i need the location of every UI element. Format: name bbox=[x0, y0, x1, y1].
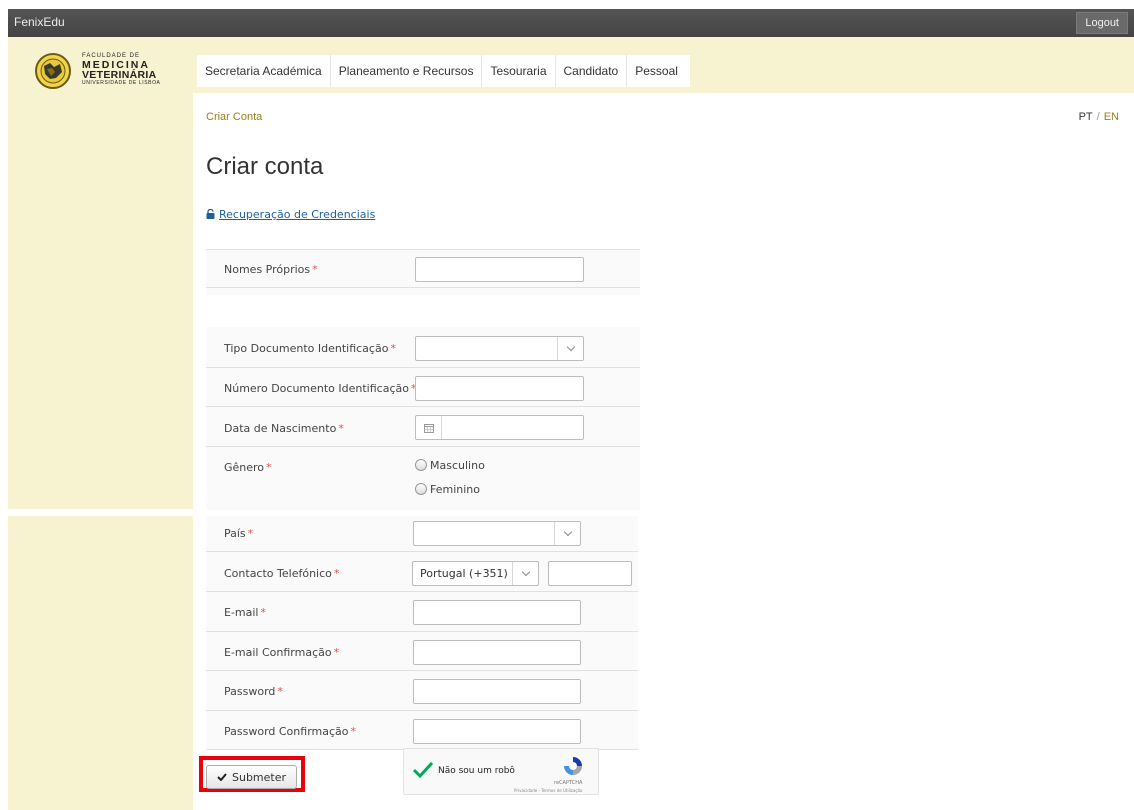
row-divider bbox=[206, 367, 640, 368]
language-switcher: PT / EN bbox=[1079, 111, 1119, 123]
sidebar-lower bbox=[8, 516, 193, 810]
country-code-select[interactable]: Portugal (+351) bbox=[412, 561, 539, 586]
numero-documento-label: Número Documento Identificação * bbox=[224, 382, 417, 395]
recaptcha-label: Não sou um robô bbox=[438, 766, 515, 776]
radio-icon[interactable] bbox=[415, 459, 427, 471]
lock-icon bbox=[206, 209, 215, 219]
country-code-value: Portugal (+351) bbox=[420, 567, 508, 580]
email-label: E-mail * bbox=[224, 606, 266, 619]
email-input[interactable] bbox=[413, 600, 581, 625]
genero-label: Gênero * bbox=[224, 461, 272, 474]
tipo-documento-label: Tipo Documento Identificação * bbox=[224, 342, 396, 355]
row-divider bbox=[206, 551, 638, 552]
tipo-documento-select[interactable] bbox=[415, 336, 584, 361]
recaptcha-brand: reCAPTCHA bbox=[554, 780, 583, 786]
recaptcha-logo-icon bbox=[564, 757, 582, 775]
submit-button[interactable]: Submeter bbox=[206, 765, 297, 789]
main-nav: Secretaria Académica Planeamento e Recur… bbox=[197, 55, 690, 87]
numero-documento-input[interactable] bbox=[415, 376, 584, 401]
nav-item-planeamento[interactable]: Planeamento e Recursos bbox=[331, 55, 483, 87]
recaptcha-widget: Não sou um robô reCAPTCHA Privacidade - … bbox=[403, 748, 599, 795]
sidebar-upper bbox=[8, 93, 193, 509]
lang-en[interactable]: EN bbox=[1104, 111, 1119, 123]
chevron-down-icon bbox=[512, 562, 538, 585]
lang-pt[interactable]: PT bbox=[1079, 111, 1093, 123]
genero-option-feminino[interactable]: Feminino bbox=[415, 483, 480, 496]
top-bar: FenixEdu Logout bbox=[8, 9, 1134, 37]
password-label: Password * bbox=[224, 685, 283, 698]
password-confirm-label: Password Confirmação * bbox=[224, 725, 356, 738]
nomes-proprios-label: Nomes Próprios * bbox=[224, 263, 318, 276]
data-nascimento-input[interactable] bbox=[415, 415, 584, 440]
page-title: Criar conta bbox=[206, 153, 324, 180]
data-nascimento-label: Data de Nascimento * bbox=[224, 422, 344, 435]
nav-item-candidato[interactable]: Candidato bbox=[556, 55, 628, 87]
chevron-down-icon bbox=[557, 337, 583, 360]
brand-name[interactable]: FenixEdu bbox=[14, 15, 65, 29]
email-confirm-input[interactable] bbox=[413, 640, 581, 665]
row-divider bbox=[206, 446, 640, 447]
check-icon bbox=[217, 773, 227, 781]
nomes-proprios-input[interactable] bbox=[415, 257, 584, 282]
logout-button[interactable]: Logout bbox=[1076, 12, 1128, 34]
recaptcha-links[interactable]: Privacidade - Termos de Utilização bbox=[514, 788, 582, 793]
chevron-down-icon bbox=[554, 522, 580, 545]
row-divider bbox=[206, 631, 638, 632]
nav-item-tesouraria[interactable]: Tesouraria bbox=[482, 55, 556, 87]
seal-icon bbox=[35, 53, 71, 89]
password-confirm-input[interactable] bbox=[413, 719, 581, 744]
row-divider bbox=[206, 591, 638, 592]
row-divider bbox=[206, 287, 640, 288]
row-divider bbox=[206, 249, 640, 250]
nav-item-pessoal[interactable]: Pessoal bbox=[627, 55, 690, 87]
row-divider bbox=[206, 406, 640, 407]
logo-text: FACULDADE DE MEDICINA VETERINÁRIA UNIVER… bbox=[82, 53, 161, 86]
phone-number-input[interactable] bbox=[548, 561, 632, 586]
nav-item-secretaria[interactable]: Secretaria Académica bbox=[197, 55, 331, 87]
recovery-link[interactable]: Recuperação de Credenciais bbox=[206, 208, 375, 221]
row-divider bbox=[206, 670, 638, 671]
checkmark-icon[interactable] bbox=[412, 761, 434, 779]
contacto-label: Contacto Telefónico * bbox=[224, 567, 340, 580]
breadcrumb[interactable]: Criar Conta bbox=[206, 111, 262, 123]
pais-select[interactable] bbox=[413, 521, 581, 546]
radio-icon[interactable] bbox=[415, 483, 427, 495]
faculty-logo[interactable]: FACULDADE DE MEDICINA VETERINÁRIA UNIVER… bbox=[32, 52, 162, 90]
genero-option-masculino[interactable]: Masculino bbox=[415, 459, 485, 472]
password-input[interactable] bbox=[413, 679, 581, 704]
calendar-icon[interactable] bbox=[416, 416, 442, 439]
pais-label: País * bbox=[224, 527, 254, 540]
row-divider bbox=[206, 710, 638, 711]
email-confirm-label: E-mail Confirmação * bbox=[224, 646, 340, 659]
lang-separator: / bbox=[1096, 111, 1100, 123]
